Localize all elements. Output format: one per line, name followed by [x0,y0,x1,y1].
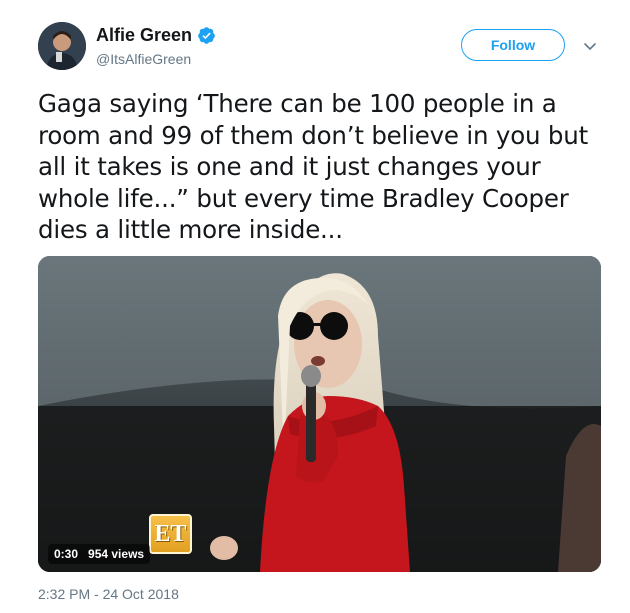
name-row: Alfie Green [96,25,216,46]
video-views: 954 views [88,547,145,561]
tweet-card: Alfie Green @ItsAlfieGreen Follow Gaga s… [0,0,630,613]
video-player[interactable]: ET 0:30 954 views [38,256,601,572]
follow-button[interactable]: Follow [461,29,565,61]
video-duration: 0:30 [54,547,79,561]
chevron-down-icon[interactable] [582,38,598,54]
user-handle[interactable]: @ItsAlfieGreen [96,51,191,67]
tweet-text-line: room and 99 of them don’t believe in you… [38,120,589,150]
tweet-timestamp[interactable]: 2:32 PM - 24 Oct 2018 [38,586,179,602]
avatar[interactable] [38,22,86,70]
tweet-text-line: dies a little more inside... [38,215,343,244]
video-frame [38,256,601,572]
video-meta-overlay: 0:30 954 views [48,544,151,564]
tweet-text-line: all it takes is one and it just changes … [38,152,541,181]
tweet-text-line: Gaga saying ‘There can be 100 people in … [38,89,557,118]
display-name[interactable]: Alfie Green [96,25,192,46]
verified-badge-icon [197,26,216,45]
et-watermark-logo: ET [149,514,192,554]
tweet-text-line: whole life...” but every time Bradley Co… [38,183,569,213]
tweet-text: Gaga saying ‘There can be 100 people in … [38,88,598,246]
